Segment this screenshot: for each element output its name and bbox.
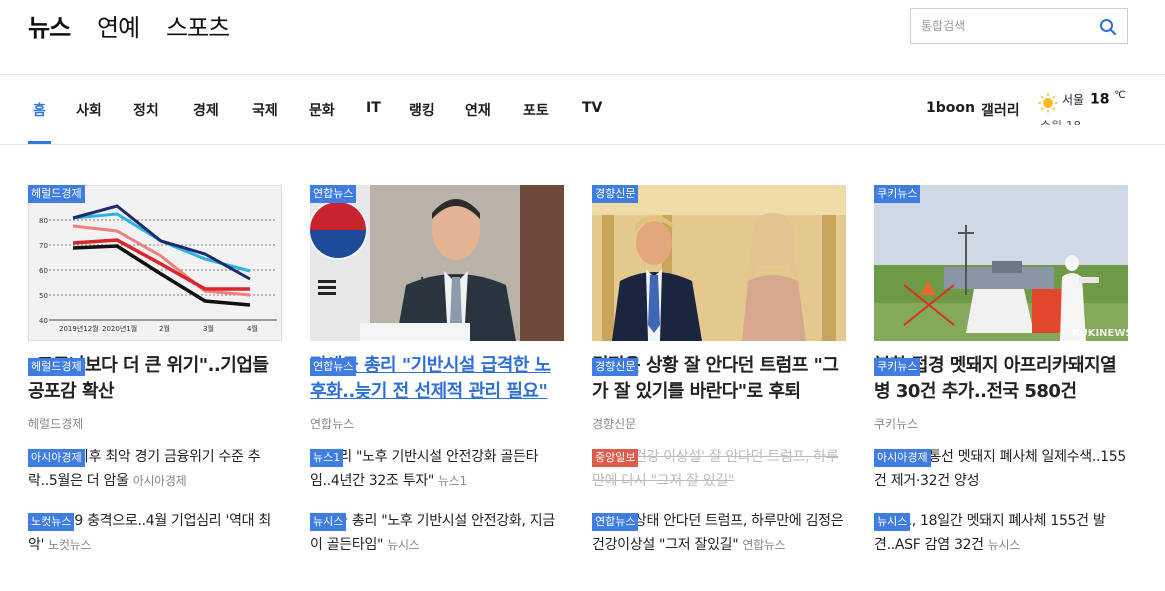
sun-icon: [1038, 93, 1058, 113]
economic-chart: 80 70 60 50 40 2019년12월 2020년1월 2월 3월 4월: [39, 204, 277, 333]
source-tag: 쿠키뉴스: [874, 358, 921, 376]
source-tag: 뉴스1: [310, 449, 344, 467]
weather-temp: 18 ℃: [1090, 90, 1126, 108]
related-article-text: 정세균 총리 "노후 기반시설 안전강화, 지금이 골든타임": [310, 513, 555, 553]
chart-x-tick: 2월: [159, 324, 170, 333]
search-icon[interactable]: [1098, 17, 1118, 37]
active-tab-indicator: [28, 141, 51, 144]
source-tag: 아시아경제: [874, 449, 931, 467]
related-article-link[interactable]: 아시아경제 "대공황 이후 최악 경기 금융위기 수준 추락..5월은 더 암울…: [28, 445, 282, 493]
top-header: 뉴스 연예 스포츠: [0, 0, 1165, 75]
related-article-link[interactable]: 중앙일보 김정은 건강 이상설' 잘 안다던 트럼프, 하루 만에 다시 "그저…: [592, 445, 846, 493]
brand-sports-link[interactable]: 스포츠: [166, 8, 230, 43]
related-article-link[interactable]: 아시아경제 강원도 민통선 멧돼지 폐사체 일제수색..155건 제거·32건 …: [874, 445, 1128, 493]
chart-x-tick: 3월: [203, 324, 214, 333]
chart-y-tick: 60: [39, 267, 48, 275]
related-article-link[interactable]: 연합뉴스 김정은 상태 안다던 트럼프, 하루만에 김정은 건강이상설 "그저 …: [592, 509, 846, 557]
chart-thumbnail: 80 70 60 50 40 2019년12월 2020년1월 2월 3월 4월: [28, 185, 282, 341]
source-tag: 아시아경제: [28, 449, 85, 467]
tab-it[interactable]: IT: [366, 100, 381, 116]
chart-x-tick: 2019년12월: [59, 324, 99, 333]
press-photo: KUKINEWS: [874, 185, 1128, 341]
source-tag: 노컷뉴스: [28, 513, 75, 531]
source-tag: 헤럴드경제: [28, 358, 85, 376]
category-nav: 홈 사회 정치 경제 국제 문화 IT 랭킹 연재 포토 TV 1boon 갤러…: [0, 75, 1165, 145]
tab-culture[interactable]: 문화: [309, 100, 335, 120]
chart-x-tick: 4월: [247, 324, 258, 333]
news-thumbnail[interactable]: 경향신문: [592, 185, 846, 341]
related-source: 아시아경제: [132, 474, 187, 488]
source-tag: 중앙일보: [592, 449, 639, 467]
related-article-link[interactable]: 뉴시스 정세균 총리 "노후 기반시설 안전강화, 지금이 골든타임" 뉴시스: [310, 509, 564, 557]
source-tag: 쿠키뉴스: [874, 185, 921, 203]
source-tag: 경향신문: [592, 358, 639, 376]
watermark-text: KUKINEWS: [1072, 328, 1128, 339]
source-label: 경향신문: [592, 417, 637, 431]
headline-link[interactable]: 헤럴드경제 "코로나보다 더 큰 위기"..기업들 공포감 확산: [28, 353, 282, 407]
chart-y-tick: 40: [39, 317, 48, 325]
news-thumbnail[interactable]: 연합뉴스: [310, 185, 564, 341]
tab-home[interactable]: 홈: [33, 100, 46, 120]
related-source: 뉴시스: [987, 538, 1021, 552]
source-tag: 뉴시스: [874, 513, 911, 531]
source-tag: 연합뉴스: [310, 358, 357, 376]
news-card: 연합뉴스 연합뉴스 정세균 총리 "기반시설 급격한 노후화..늦기 전 선제적…: [310, 185, 564, 557]
source-label: 쿠키뉴스: [874, 417, 919, 431]
related-article-link[interactable]: 뉴스1 정 총리 "노후 기반시설 안전강화 골든타임..4년간 32조 투자"…: [310, 445, 564, 493]
tab-ranking[interactable]: 랭킹: [409, 100, 435, 120]
related-article-text: 정 총리 "노후 기반시설 안전강화 골든타임..4년간 32조 투자": [310, 449, 539, 489]
source-tag: 헤럴드경제: [28, 185, 85, 203]
news-card: 80 70 60 50 40 2019년12월 2020년1월 2월 3월 4월: [28, 185, 282, 557]
source-label: 헤럴드경제: [28, 417, 84, 431]
tab-world[interactable]: 국제: [252, 100, 278, 120]
link-1boon[interactable]: 1boon: [926, 100, 975, 116]
tab-photo[interactable]: 포토: [523, 100, 549, 120]
news-thumbnail[interactable]: KUKINEWS 쿠키뉴스: [874, 185, 1128, 341]
press-photo: [310, 185, 564, 341]
search-box: [910, 8, 1128, 44]
brand-news-link[interactable]: 뉴스: [28, 8, 71, 43]
tab-society[interactable]: 사회: [76, 100, 102, 120]
related-source: 뉴시스: [387, 538, 420, 552]
tab-economy[interactable]: 경제: [193, 100, 219, 120]
brand-entertainment-link[interactable]: 연예: [97, 8, 140, 43]
headline-link[interactable]: 연합뉴스 정세균 총리 "기반시설 급격한 노후화..늦기 전 선제적 관리 필…: [310, 353, 564, 407]
headline-link[interactable]: 쿠키뉴스 북한 접경 멧돼지 아프리카돼지열병 30건 추가..전국 580건: [874, 353, 1128, 407]
source-tag: 연합뉴스: [592, 513, 639, 531]
tab-series[interactable]: 연재: [465, 100, 491, 120]
news-card: 경향신문 경향신문 김정은 상황 잘 안다던 트럼프 "그가 잘 있기를 바란다…: [592, 185, 846, 557]
news-card: KUKINEWS 쿠키뉴스 쿠키뉴스 북한 접경 멧돼지 아프리카돼지열병 30…: [874, 185, 1128, 557]
link-gallery[interactable]: 갤러리: [981, 100, 1020, 120]
related-source: 뉴스1: [438, 474, 467, 488]
chart-y-tick: 80: [39, 217, 48, 225]
search-input[interactable]: [921, 16, 1091, 36]
source-tag: 뉴시스: [310, 513, 347, 531]
related-source: 연합뉴스: [742, 538, 786, 552]
chart-x-tick: 2020년1월: [102, 324, 137, 333]
source-tag: 연합뉴스: [310, 185, 357, 203]
source-tag: 경향신문: [592, 185, 639, 203]
chart-y-tick: 50: [39, 292, 48, 300]
related-article-link[interactable]: 뉴시스 강원도, 18일간 멧돼지 폐사체 155건 발견..ASF 감염 32…: [874, 509, 1128, 557]
tab-politics[interactable]: 정치: [133, 100, 159, 120]
weather-city: 서울: [1062, 93, 1085, 107]
source-label: 연합뉴스: [310, 417, 355, 431]
news-thumbnail[interactable]: 80 70 60 50 40 2019년12월 2020년1월 2월 3월 4월: [28, 185, 282, 341]
headline-link[interactable]: 경향신문 김정은 상황 잘 안다던 트럼프 "그가 잘 있기를 바란다"로 후퇴: [592, 353, 846, 407]
press-photo: [592, 185, 846, 341]
weather-widget[interactable]: 서울 18 ℃ 수원 18: [1036, 89, 1165, 125]
chart-y-tick: 70: [39, 242, 48, 250]
related-source: 노컷뉴스: [48, 538, 92, 552]
weather-next-city: 수원 18: [1040, 117, 1081, 125]
tab-tv[interactable]: TV: [582, 100, 602, 116]
related-article-link[interactable]: 노컷뉴스 코로나19 충격으로..4월 기업심리 '역대 최악' 노컷뉴스: [28, 509, 282, 557]
